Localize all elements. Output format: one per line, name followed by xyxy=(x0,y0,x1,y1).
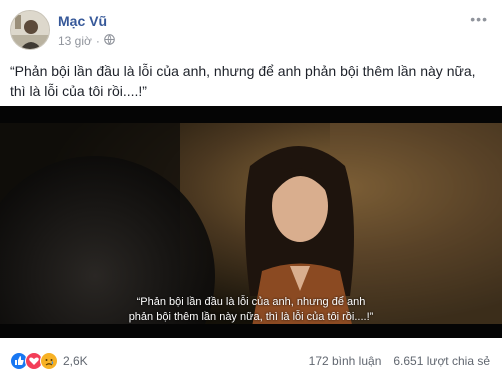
post-time[interactable]: 13 giờ xyxy=(58,34,92,48)
video-player[interactable]: “Phản bội lần đầu là lỗi của anh, nhưng … xyxy=(0,106,502,338)
sad-icon xyxy=(40,352,58,370)
comments-count[interactable]: 172 bình luận xyxy=(309,354,382,368)
globe-icon xyxy=(104,34,115,48)
post-text-line: thì là lỗi của tôi rồi....!” xyxy=(10,83,147,99)
letterbox-top xyxy=(0,106,502,123)
more-options-icon[interactable]: ••• xyxy=(470,12,488,26)
letterbox-bottom xyxy=(0,324,502,338)
post-footer: 2,6K 172 bình luận 6.651 lượt chia sẻ xyxy=(0,338,502,384)
dot-separator: · xyxy=(95,34,100,48)
video-subtitle: “Phản bội lần đầu là lỗi của anh, nhưng … xyxy=(0,295,502,325)
post-stats: 172 bình luận 6.651 lượt chia sẻ xyxy=(309,354,490,368)
post-card: Mạc Vũ 13 giờ · ••• “Phản bội lần đầu là… xyxy=(0,0,502,384)
post-text-line: “Phản bội lần đầu là lỗi của anh, nhưng … xyxy=(10,63,476,79)
reaction-count[interactable]: 2,6K xyxy=(63,354,88,368)
post-text: “Phản bội lần đầu là lỗi của anh, nhưng … xyxy=(10,61,492,101)
post-meta: 13 giờ · xyxy=(58,34,115,48)
author-avatar[interactable] xyxy=(10,10,50,50)
reactions-summary[interactable]: 2,6K xyxy=(10,352,88,370)
video-subtitle-line: phản bội thêm lần này nữa, thì là lỗi củ… xyxy=(128,311,374,323)
author-name[interactable]: Mạc Vũ xyxy=(58,13,107,29)
video-subtitle-line: “Phản bội lần đầu là lỗi của anh, nhưng … xyxy=(136,296,366,308)
shares-count[interactable]: 6.651 lượt chia sẻ xyxy=(393,354,490,368)
avatar-image xyxy=(11,11,49,49)
